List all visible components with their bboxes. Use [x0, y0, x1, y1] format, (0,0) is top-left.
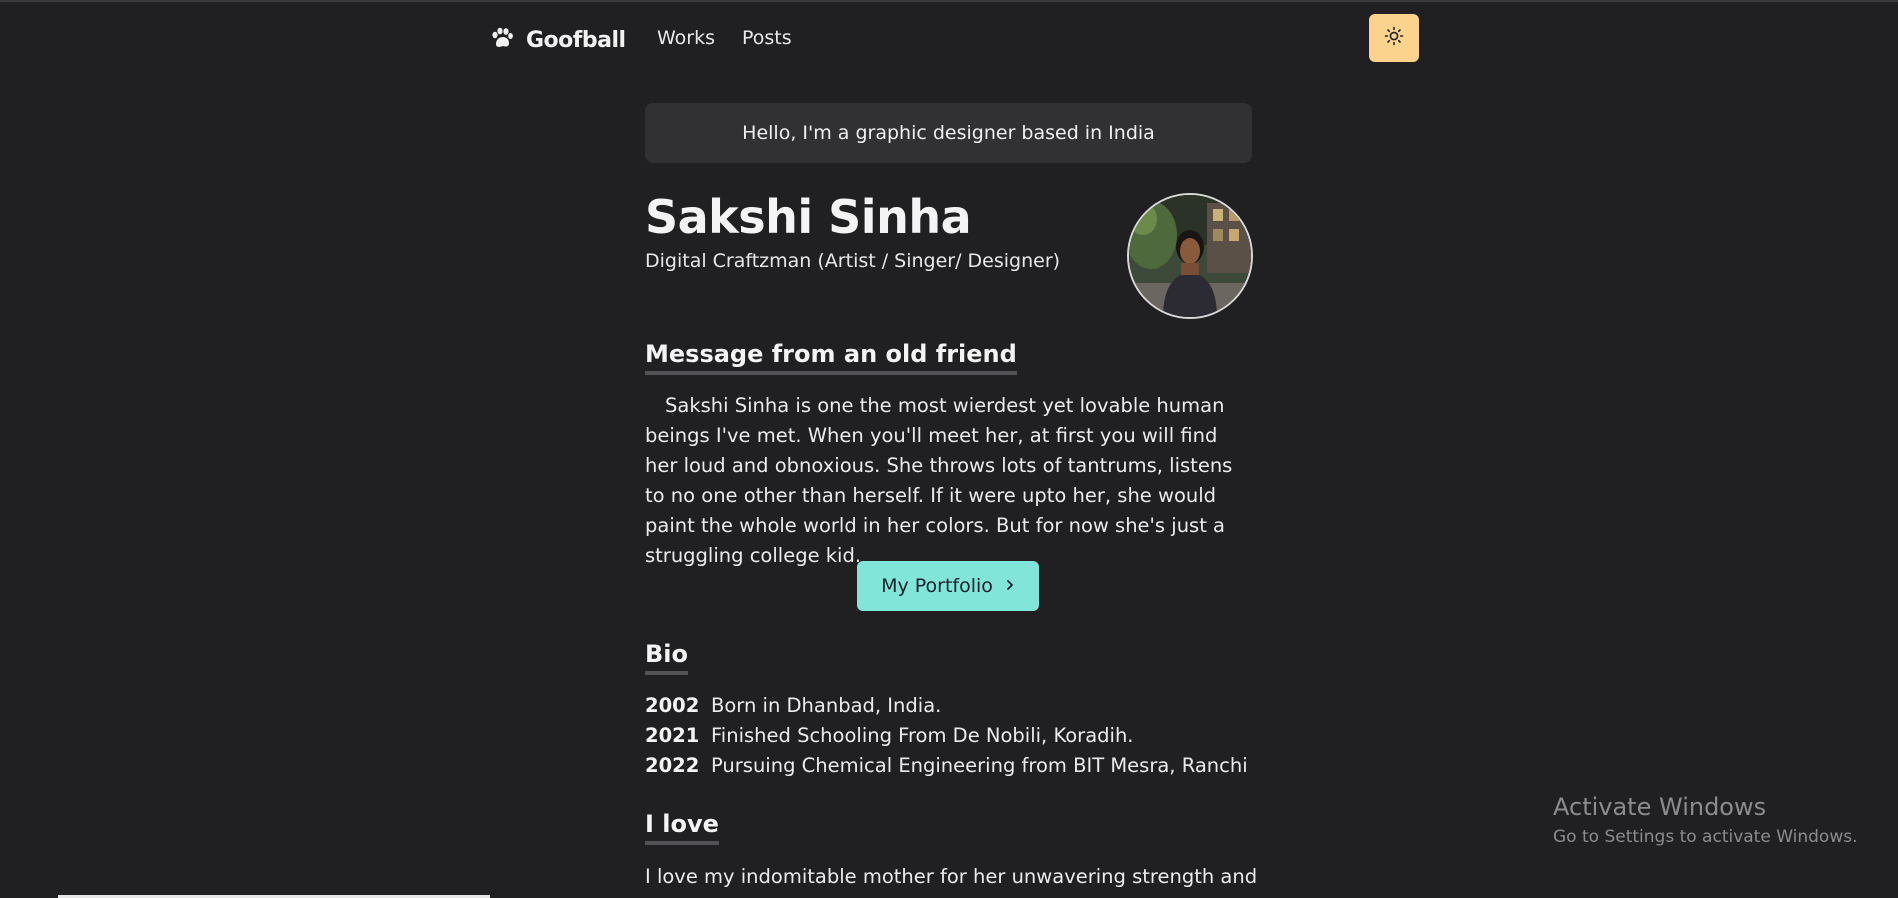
message-heading: Message from an old friend	[645, 340, 1017, 375]
bio-row: 2022 Pursuing Chemical Engineering from …	[645, 754, 1248, 777]
greeting-banner: Hello, I'm a graphic designer based in I…	[645, 103, 1252, 163]
sun-icon	[1384, 26, 1404, 50]
chevron-right-icon	[1005, 575, 1015, 597]
bio-row: 2002 Born in Dhanbad, India.	[645, 694, 941, 717]
bio-year: 2002	[645, 694, 700, 717]
i-love-body: I love my indomitable mother for her unw…	[645, 865, 1258, 888]
i-love-heading: I love	[645, 810, 719, 845]
bio-text: Finished Schooling From De Nobili, Korad…	[711, 724, 1134, 747]
avatar	[1127, 193, 1253, 319]
message-body: Sakshi Sinha is one the most wierdest ye…	[645, 391, 1255, 571]
profile-name: Sakshi Sinha	[645, 190, 972, 244]
nav-link-works[interactable]: Works	[657, 27, 715, 49]
bio-year: 2022	[645, 754, 700, 777]
profile-subtitle: Digital Craftzman (Artist / Singer/ Desi…	[645, 250, 1061, 272]
theme-toggle-button[interactable]	[1369, 14, 1419, 62]
bio-row: 2021 Finished Schooling From De Nobili, …	[645, 724, 1134, 747]
bio-text: Pursuing Chemical Engineering from BIT M…	[711, 754, 1248, 777]
bio-text: Born in Dhanbad, India.	[711, 694, 942, 717]
my-portfolio-button[interactable]: My Portfolio	[857, 561, 1039, 611]
top-navbar: Goofball Works Posts	[0, 0, 1898, 78]
message-text: Sakshi Sinha is one the most wierdest ye…	[645, 394, 1233, 567]
portfolio-button-label: My Portfolio	[881, 575, 993, 597]
activate-windows-title: Activate Windows	[1553, 793, 1767, 821]
activate-windows-subtitle: Go to Settings to activate Windows.	[1553, 827, 1858, 847]
brand-logo[interactable]: Goofball	[490, 24, 626, 56]
nav-link-posts[interactable]: Posts	[742, 27, 792, 49]
brand-name: Goofball	[526, 27, 626, 53]
bio-year: 2021	[645, 724, 700, 747]
paw-icon	[490, 27, 514, 53]
bio-heading: Bio	[645, 640, 689, 675]
